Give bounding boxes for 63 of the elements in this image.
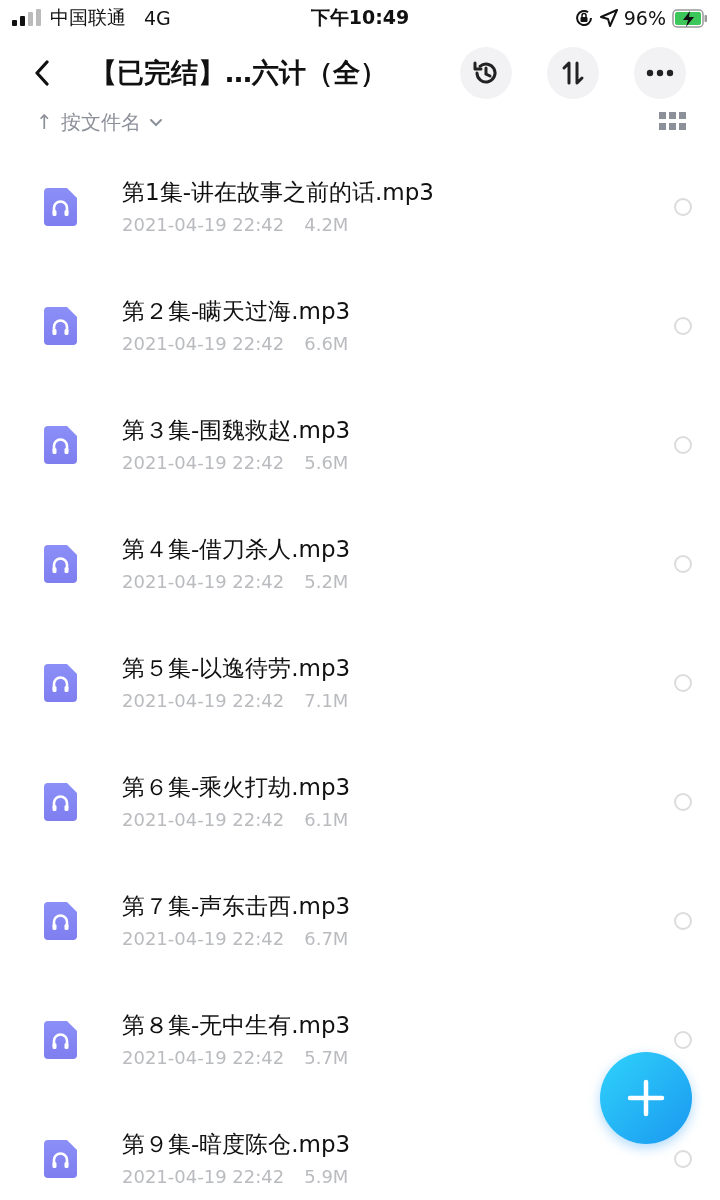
file-size: 6.1M: [304, 808, 349, 832]
audio-file-icon: [44, 783, 77, 821]
audio-file-icon: [44, 426, 77, 464]
file-size: 5.6M: [304, 451, 349, 475]
file-name[interactable]: 第５集-以逸待劳.mp3: [122, 653, 351, 683]
chevron-left-icon: [34, 60, 50, 86]
audio-file-icon: [44, 307, 77, 345]
audio-file-icon: [44, 664, 77, 702]
file-date: 2021-04-19 22:42: [122, 808, 285, 832]
file-date: 2021-04-19 22:42: [122, 451, 285, 475]
file-date: 2021-04-19 22:42: [122, 689, 285, 713]
file-date: 2021-04-19 22:42: [122, 1046, 285, 1070]
select-radio[interactable]: [674, 555, 692, 573]
file-date: 2021-04-19 22:42: [122, 570, 285, 594]
audio-file-icon: [44, 1021, 77, 1059]
more-button[interactable]: [634, 47, 686, 99]
audio-file-icon: [44, 902, 77, 940]
plus-icon: [627, 1079, 665, 1117]
file-name[interactable]: 第1集-讲在故事之前的话.mp3: [122, 177, 434, 207]
file-size: 5.7M: [304, 1046, 349, 1070]
select-radio[interactable]: [674, 1031, 692, 1049]
select-radio[interactable]: [674, 1150, 692, 1168]
clock-time: 下午10:49: [310, 5, 410, 30]
file-size: 7.1M: [304, 689, 349, 713]
sort-button[interactable]: [547, 47, 599, 99]
file-size: 5.9M: [304, 1165, 349, 1189]
file-name[interactable]: 第６集-乘火打劫.mp3: [122, 772, 351, 802]
carrier-name: 中国联通: [50, 5, 126, 30]
select-radio[interactable]: [674, 317, 692, 335]
audio-file-icon: [44, 1140, 77, 1178]
file-size: 6.7M: [304, 927, 349, 951]
file-name[interactable]: 第４集-借刀杀人.mp3: [122, 534, 351, 564]
network-type: 4G: [144, 7, 171, 29]
select-radio[interactable]: [674, 436, 692, 454]
file-size: 6.6M: [304, 332, 349, 356]
folder-title: 【已完结】…六计（全）: [90, 56, 388, 90]
signal-icon: [12, 9, 42, 27]
location-arrow-icon: [599, 9, 618, 27]
file-date: 2021-04-19 22:42: [122, 927, 285, 951]
battery-percent: 96%: [623, 7, 666, 29]
rotation-lock-icon: [573, 8, 594, 28]
file-size: 5.2M: [304, 570, 349, 594]
file-name[interactable]: 第９集-暗度陈仓.mp3: [122, 1129, 351, 1159]
audio-file-icon: [44, 188, 77, 226]
battery-charging-icon: [672, 8, 708, 28]
file-date: 2021-04-19 22:42: [122, 332, 285, 356]
add-button[interactable]: [600, 1052, 692, 1144]
file-name[interactable]: 第８集-无中生有.mp3: [122, 1010, 351, 1040]
more-dots-icon: [646, 69, 674, 77]
history-button[interactable]: [460, 47, 512, 99]
select-radio[interactable]: [674, 793, 692, 811]
file-date: 2021-04-19 22:42: [122, 1165, 285, 1189]
select-radio[interactable]: [674, 674, 692, 692]
select-radio[interactable]: [674, 198, 692, 216]
chevron-down-icon: [148, 117, 163, 127]
file-name[interactable]: 第３集-围魏救赵.mp3: [122, 415, 351, 445]
file-size: 4.2M: [304, 213, 349, 237]
grid-view-icon[interactable]: [659, 112, 686, 132]
file-name[interactable]: 第７集-声东击西.mp3: [122, 891, 351, 921]
select-radio[interactable]: [674, 912, 692, 930]
file-name[interactable]: 第２集-瞒天过海.mp3: [122, 296, 351, 326]
audio-file-icon: [44, 545, 77, 583]
file-date: 2021-04-19 22:42: [122, 213, 285, 237]
